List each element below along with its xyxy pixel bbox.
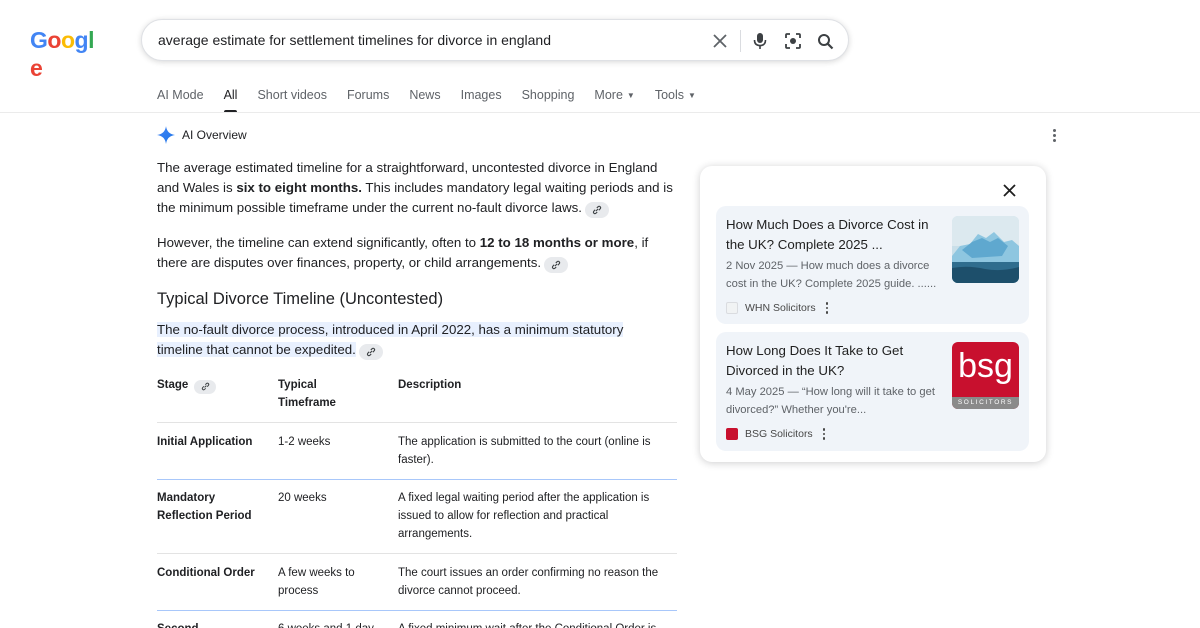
table-cell: Initial Application: [157, 436, 253, 448]
table-cell: Mandatory Reflection Period: [157, 492, 252, 522]
citation-link-icon[interactable]: [358, 344, 383, 360]
tab-forums[interactable]: Forums: [347, 86, 389, 112]
table-cell: Conditional Order: [157, 567, 255, 579]
table-cell: 1-2 weeks: [278, 436, 331, 448]
tab-label: More: [594, 88, 623, 102]
source-title[interactable]: How Much Does a Divorce Cost in the UK? …: [726, 215, 941, 254]
logo-letter: l: [88, 27, 94, 53]
citation-link-icon[interactable]: [584, 202, 609, 218]
table-header: Description: [398, 379, 462, 391]
bsg-logo-thumbnail: bsg SOLICITORS: [952, 342, 1019, 409]
tab-images[interactable]: Images: [461, 86, 502, 112]
tab-ai-mode[interactable]: AI Mode: [157, 86, 204, 112]
close-icon[interactable]: [999, 180, 1019, 200]
table-cell: Second: [157, 620, 272, 628]
source-site: BSG Solicitors: [726, 426, 826, 442]
ai-paragraph-1: The average estimated timeline for a str…: [157, 158, 682, 218]
source-menu-icon[interactable]: [822, 427, 826, 441]
source-snippet: 2 Nov 2025 — How much does a divorce cos…: [726, 260, 937, 290]
bsg-logo-text: bsg: [958, 347, 1013, 385]
row-divider: [157, 479, 677, 480]
tab-news[interactable]: News: [409, 86, 440, 112]
tab-label: Shopping: [521, 88, 575, 102]
logo-letter: e: [30, 55, 43, 81]
ai-overview-label: AI Overview: [182, 128, 247, 142]
search-box[interactable]: average estimate for settlement timeline…: [141, 19, 849, 61]
tab-label: Images: [460, 88, 502, 102]
ai-paragraph-2: However, the timeline can extend signifi…: [157, 233, 682, 273]
ai-overview-header: AI Overview: [157, 125, 247, 145]
table-cell: The application is submitted to the cour…: [398, 436, 651, 466]
tab-all[interactable]: All: [223, 86, 238, 113]
tab-tools[interactable]: Tools ▼: [655, 86, 696, 112]
gemini-sparkle-icon: [157, 126, 175, 144]
tab-label: All: [223, 88, 238, 102]
site-favicon-icon: [726, 302, 738, 314]
source-menu-icon[interactable]: [825, 301, 829, 315]
table-cell: 20 weeks: [278, 492, 327, 504]
caret-down-icon: ▼: [626, 91, 635, 100]
table-cell: A few weeks to process: [278, 567, 355, 597]
timeline-heading: Typical Divorce Timeline (Uncontested): [157, 290, 444, 308]
tab-shopping[interactable]: Shopping: [522, 86, 575, 112]
tab-label: Tools: [654, 88, 685, 102]
citation-link-icon[interactable]: [194, 379, 217, 394]
table-header: Stage: [157, 376, 272, 394]
search-tabs: AI Mode All Short videos Forums News Images Sh…: [157, 86, 716, 113]
sources-panel: How Much Does a Divorce Cost in the UK? …: [700, 166, 1046, 462]
clear-icon[interactable]: [709, 30, 731, 52]
bsg-logo-subtext: SOLICITORS: [952, 397, 1019, 409]
tab-more[interactable]: More ▼: [594, 86, 634, 112]
source-card[interactable]: How Long Does It Take to Get Divorced in…: [716, 332, 1029, 451]
tab-label: AI Mode: [157, 88, 204, 102]
source-card[interactable]: How Much Does a Divorce Cost in the UK? …: [716, 206, 1029, 324]
source-site: WHN Solicitors: [726, 300, 829, 316]
caret-down-icon: ▼: [688, 91, 696, 100]
search-input[interactable]: average estimate for settlement timeline…: [158, 32, 551, 48]
logo-letter: G: [30, 27, 48, 53]
source-name: BSG Solicitors: [745, 428, 813, 440]
ai-overview-menu-icon[interactable]: [1046, 127, 1062, 143]
tab-label: Short videos: [257, 88, 327, 102]
tab-label: News: [409, 88, 441, 102]
camera-lens-icon[interactable]: [782, 30, 804, 52]
ai-paragraph-3: The no-fault divorce process, introduced…: [157, 320, 647, 360]
source-name: WHN Solicitors: [745, 302, 816, 314]
row-divider: [157, 610, 677, 611]
search-icon[interactable]: [814, 30, 836, 52]
header-divider: [0, 112, 1200, 113]
site-favicon-icon: [726, 428, 738, 440]
tab-label: Forums: [346, 88, 390, 102]
source-snippet: 4 May 2025 — “How long will it take to g…: [726, 386, 935, 416]
table-cell: 6 weeks and 1 day: [278, 620, 388, 628]
iceberg-thumbnail: [952, 216, 1019, 283]
search-divider: [740, 30, 741, 52]
logo-letter: o: [47, 27, 61, 53]
table-cell: A fixed legal waiting period after the a…: [398, 492, 650, 540]
tab-short-videos[interactable]: Short videos: [257, 86, 326, 112]
logo-letter: o: [60, 27, 75, 53]
microphone-icon[interactable]: [749, 30, 771, 52]
table-header: Typical Timeframe: [278, 379, 336, 409]
source-title[interactable]: How Long Does It Take to Get Divorced in…: [726, 341, 941, 380]
table-cell: A fixed minimum wait after the Condition…: [398, 620, 673, 628]
row-divider: [157, 422, 677, 423]
row-divider: [157, 553, 677, 554]
citation-link-icon[interactable]: [544, 257, 569, 273]
google-logo[interactable]: Googl e: [30, 26, 106, 81]
logo-letter: g: [74, 27, 89, 53]
table-cell: The court issues an order confirming no …: [398, 567, 659, 597]
